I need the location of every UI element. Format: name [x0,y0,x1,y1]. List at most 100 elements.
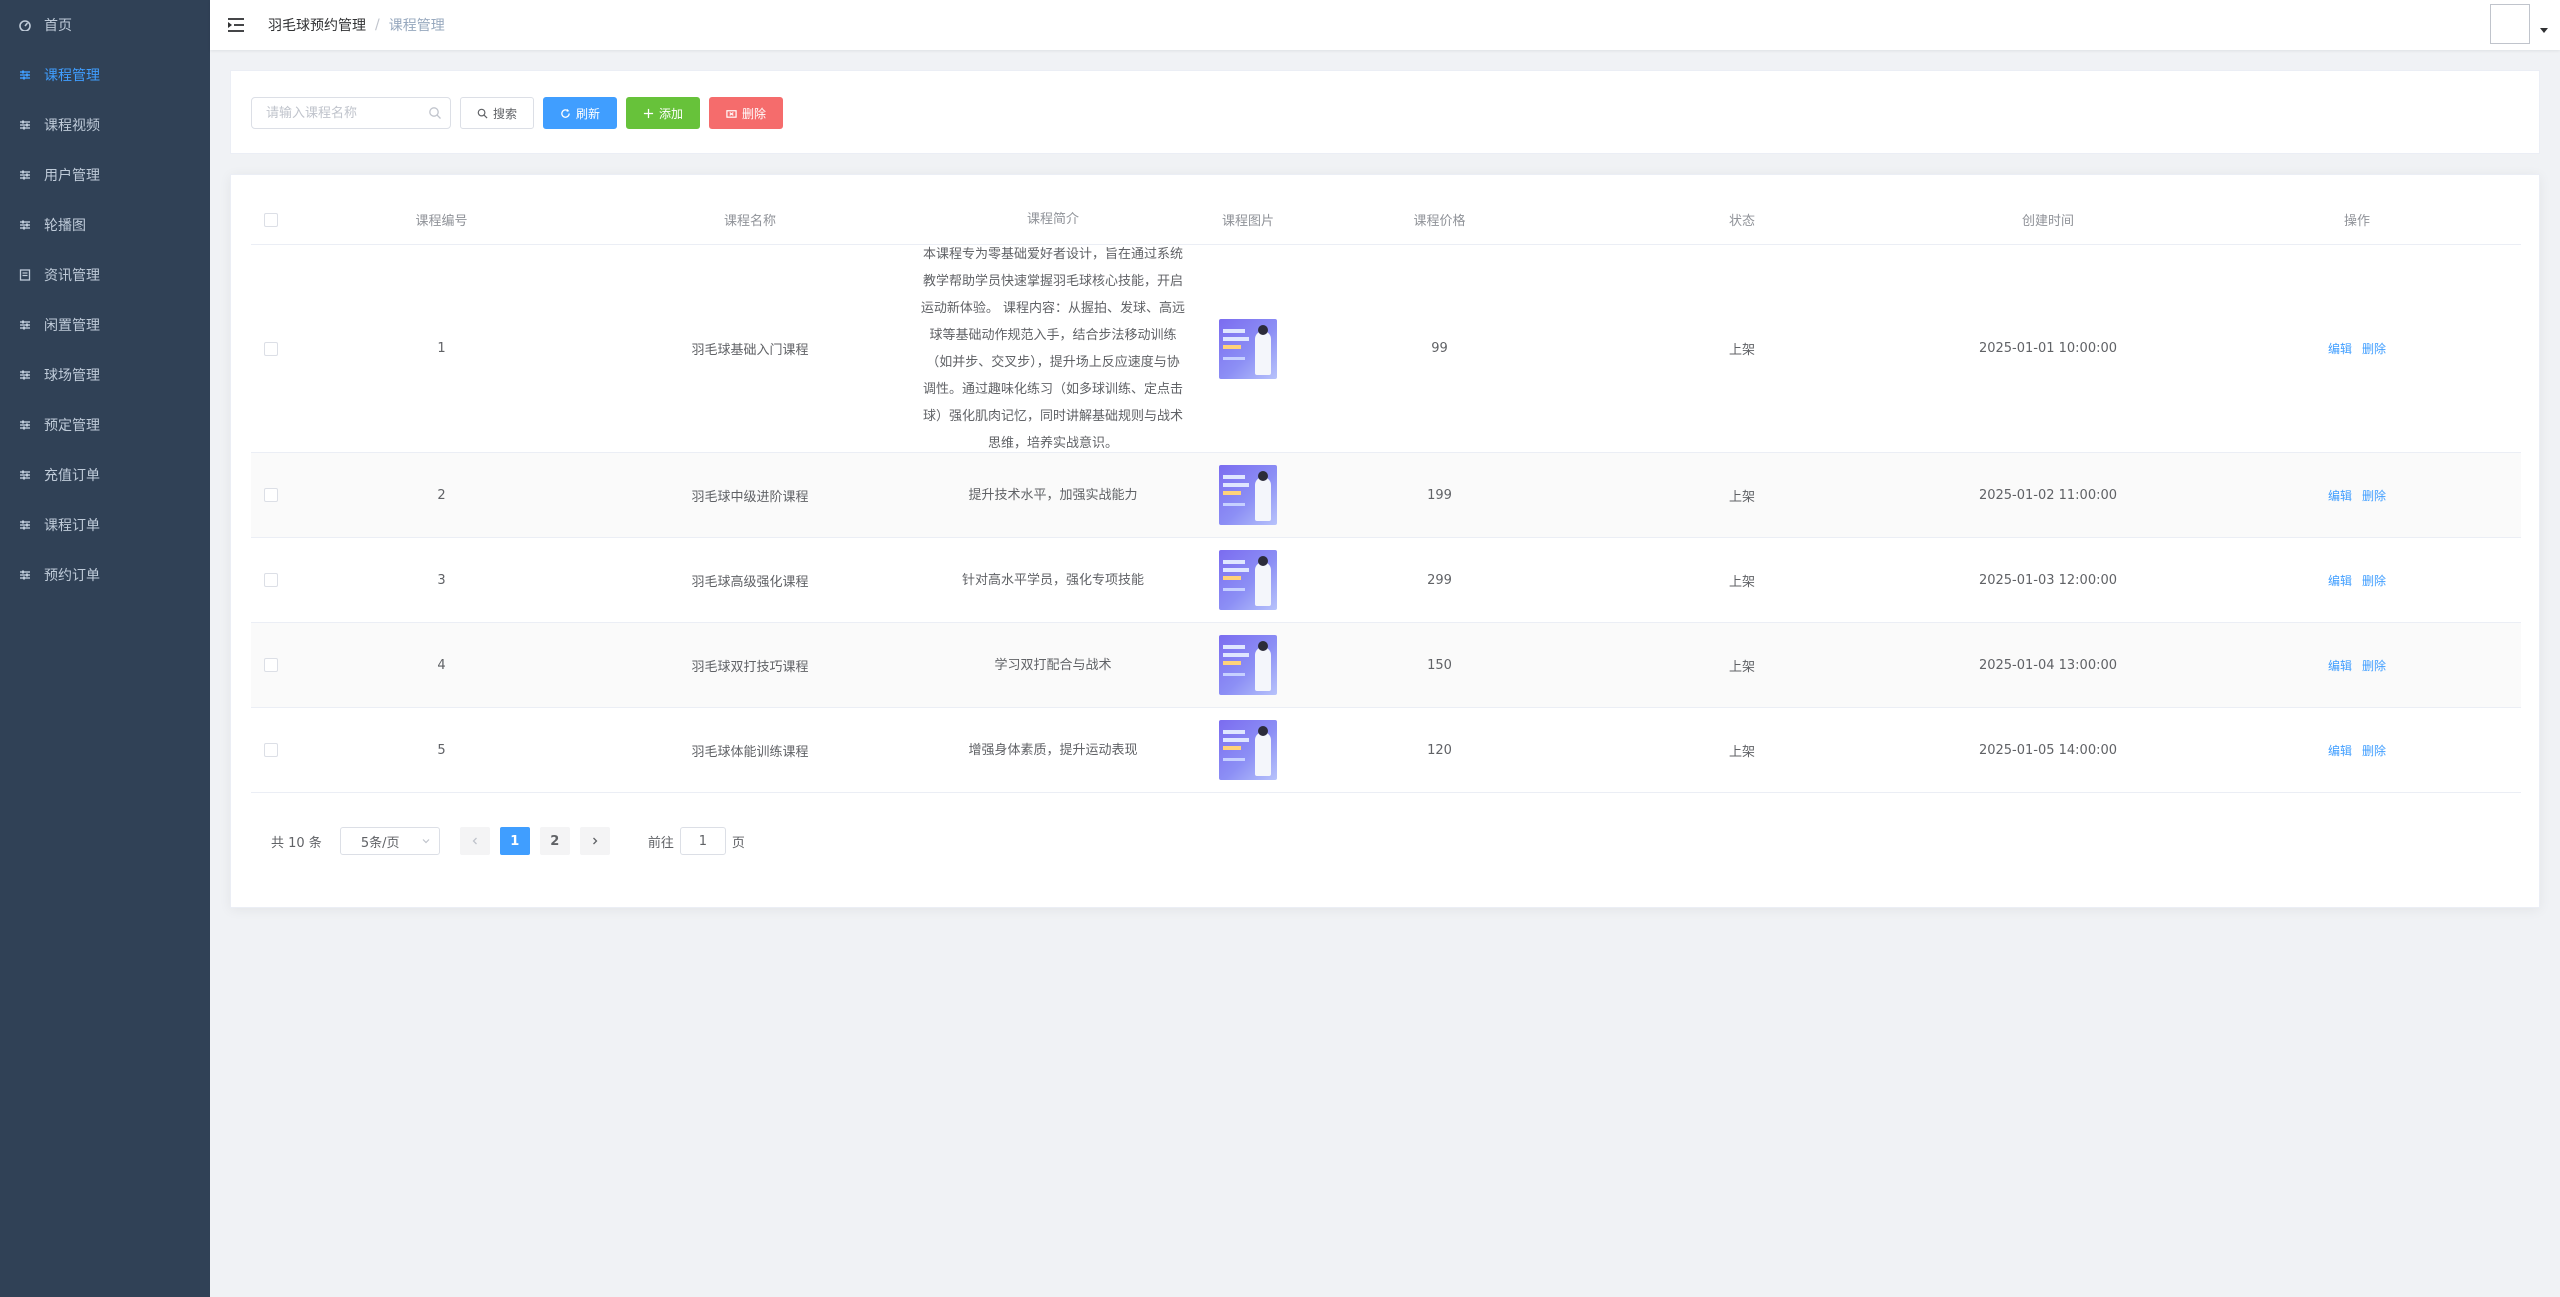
breadcrumb-current: 课程管理 [388,18,445,34]
sidebar-item-course-video[interactable]: 课程视频 [0,100,210,150]
sidebar-item-label: 充值订单 [44,468,100,484]
breadcrumb-root[interactable]: 羽毛球预约管理 [268,15,366,35]
column-header: 课程图片 [1221,214,1274,229]
course-image[interactable] [1198,720,1298,780]
course-id: 5 [437,742,446,758]
sidebar-item-label: 资讯管理 [44,268,100,284]
refresh-icon [561,108,570,118]
course-image[interactable] [1198,550,1298,610]
batch-delete-button[interactable]: 删除 [709,97,783,129]
sliders-icon [18,218,32,232]
course-status: 上架 [1728,659,1755,675]
delete-icon [726,109,737,118]
sidebar-item-idle[interactable]: 闲置管理 [0,300,210,350]
delete-link[interactable]: 删除 [2362,742,2386,759]
course-id: 3 [437,572,446,588]
caret-down-icon[interactable] [2540,28,2548,33]
course-price: 99 [1431,341,1448,356]
search-input[interactable] [252,98,422,128]
table-row: 3 羽毛球高级强化课程 针对高水平学员，强化专项技能 299 上架 2025-0… [251,538,2521,623]
sliders-icon [18,518,32,532]
edit-link[interactable]: 编辑 [2328,487,2352,504]
next-page-button[interactable] [579,827,610,855]
sidebar-item-booking[interactable]: 预定管理 [0,400,210,450]
sliders-icon [18,168,32,182]
search-button[interactable]: 搜索 [460,97,534,129]
row-actions: 编辑 删除 [2193,572,2521,589]
hamburger-icon[interactable] [216,0,256,50]
refresh-button-label: 刷新 [575,106,600,121]
course-price: 199 [1427,487,1452,503]
course-image[interactable] [1198,635,1298,695]
course-id: 2 [437,487,446,503]
row-checkbox[interactable] [251,341,291,356]
edit-link[interactable]: 编辑 [2328,742,2352,759]
edit-link[interactable]: 编辑 [2328,340,2352,357]
row-checkbox[interactable] [251,573,291,587]
search-input-wrapper[interactable] [251,97,451,129]
course-image[interactable] [1198,465,1298,525]
page-button-2[interactable]: 2 [539,827,570,855]
top-header: 羽毛球预约管理 / 课程管理 [210,0,2560,50]
avatar[interactable] [2490,4,2530,44]
row-actions: 编辑 删除 [2193,742,2521,759]
page-size-select[interactable]: 5条/页 [339,827,440,855]
add-button-label: 添加 [658,106,683,121]
row-checkbox[interactable] [251,743,291,757]
sidebar-item-label: 课程视频 [44,118,100,134]
chevron-right-icon [592,837,598,845]
select-all-checkbox[interactable] [251,212,291,227]
search-panel: 搜索 刷新 添加 删除 [230,70,2540,154]
edit-link[interactable]: 编辑 [2328,657,2352,674]
row-checkbox[interactable] [251,658,291,672]
edit-link[interactable]: 编辑 [2328,572,2352,589]
delete-link[interactable]: 删除 [2362,340,2386,357]
table-row: 4 羽毛球双打技巧课程 学习双打配合与战术 150 上架 2025-01-04 … [251,623,2521,708]
course-id: 1 [437,341,446,356]
sidebar-item-course-orders[interactable]: 课程订单 [0,500,210,550]
prev-page-button[interactable] [459,827,490,855]
course-name: 羽毛球中级进阶课程 [691,489,809,505]
sidebar-item-reservation-orders[interactable]: 预约订单 [0,550,210,600]
sidebar-item-label: 首页 [44,18,72,34]
sidebar-item-news[interactable]: 资讯管理 [0,250,210,300]
add-button[interactable]: 添加 [626,97,700,129]
created-time: 2025-01-05 14:00:00 [1978,742,2118,758]
sliders-icon [18,118,32,132]
sidebar-item-carousel[interactable]: 轮播图 [0,200,210,250]
course-name: 羽毛球基础入门课程 [691,343,809,358]
delete-link[interactable]: 删除 [2362,572,2386,589]
table-row: 2 羽毛球中级进阶课程 提升技术水平，加强实战能力 199 上架 2025-01… [251,453,2521,538]
sidebar-item-court[interactable]: 球场管理 [0,350,210,400]
breadcrumb-separator: / [375,17,380,33]
sidebar-item-user-management[interactable]: 用户管理 [0,150,210,200]
sidebar-item-label: 课程订单 [44,518,100,534]
sidebar-item-label: 课程管理 [44,68,100,84]
delete-link[interactable]: 删除 [2362,657,2386,674]
course-status: 上架 [1728,489,1755,505]
sidebar-item-course-management[interactable]: 课程管理 [0,50,210,100]
sidebar-item-label: 预定管理 [44,418,100,434]
sidebar-item-recharge-orders[interactable]: 充值订单 [0,450,210,500]
sidebar-item-home[interactable]: 首页 [0,0,210,50]
sidebar-item-label: 用户管理 [44,168,100,184]
goto-page-input[interactable] [679,827,726,855]
course-id: 4 [437,657,446,673]
course-description: 增强身体素质，提升运动表现 [968,742,1138,758]
search-icon [477,108,488,119]
column-header: 课程简介 [1026,212,1079,227]
refresh-button[interactable]: 刷新 [543,97,617,129]
course-price: 299 [1427,572,1452,588]
course-image[interactable] [1198,318,1298,379]
created-time: 2025-01-04 13:00:00 [1978,657,2118,673]
delete-button-label: 删除 [741,106,766,121]
row-checkbox[interactable] [251,488,291,502]
delete-link[interactable]: 删除 [2362,487,2386,504]
course-status: 上架 [1728,343,1755,358]
dashboard-icon [18,18,32,32]
page-button-1[interactable]: 1 [499,827,530,855]
column-header: 课程名称 [723,214,776,229]
search-icon [428,106,442,120]
goto-suffix: 页 [731,835,745,851]
table-header: 课程编号 课程名称 课程简介 课程图片 课程价格 状态 创建时间 操作 [251,195,2521,245]
